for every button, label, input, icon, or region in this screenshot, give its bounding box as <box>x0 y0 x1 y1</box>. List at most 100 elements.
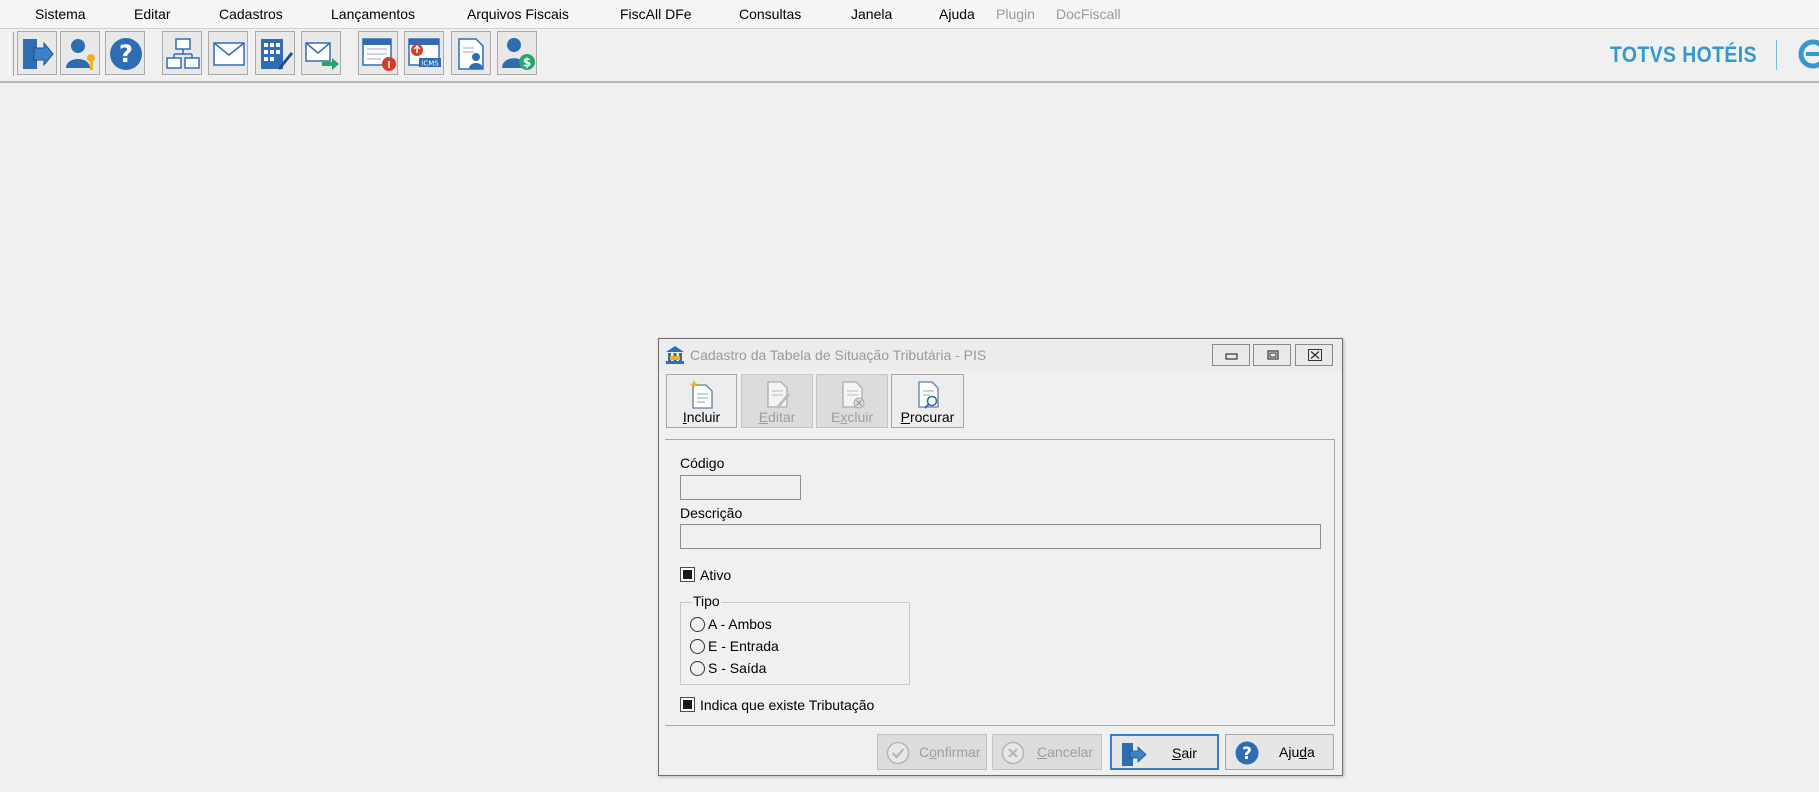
toolbar-user-key-button[interactable] <box>60 31 100 75</box>
editar-mnemonic: E <box>758 409 769 425</box>
check-circle-icon <box>886 741 910 765</box>
sair-label: air <box>1181 745 1197 761</box>
descricao-input[interactable] <box>680 524 1321 549</box>
tipo-ambos-radio[interactable] <box>690 617 705 632</box>
ajuda-label: a <box>1307 744 1315 760</box>
menu-docfiscall: DocFiscall <box>1056 6 1121 22</box>
cancelar-mnemonic: C <box>1037 744 1048 760</box>
editar-button[interactable]: Editar <box>741 374 813 428</box>
form-panel: Código Descrição Ativo Tipo A - Ambos E … <box>665 439 1335 726</box>
svg-text:?: ? <box>1242 744 1252 764</box>
excluir-prefix: E <box>830 409 841 425</box>
tipo-legend: Tipo <box>692 593 721 609</box>
menu-lancamentos[interactable]: Lançamentos <box>331 6 415 22</box>
brand-separator <box>1776 40 1777 70</box>
confirmar-button[interactable]: Confirmar <box>877 734 987 770</box>
calculator-edit-icon <box>261 39 293 70</box>
dialog-titlebar[interactable]: Cadastro da Tabela de Situação Tributári… <box>659 339 1342 371</box>
exit-icon <box>23 39 54 69</box>
confirmar-label: nfirmar <box>936 744 981 760</box>
ajuda-prefix: Aju <box>1279 744 1300 760</box>
help-icon: ? <box>110 38 142 70</box>
close-button[interactable] <box>1295 344 1333 366</box>
document-delete-icon <box>842 381 865 409</box>
cancelar-button[interactable]: Cancelar <box>992 734 1102 770</box>
descricao-label: Descrição <box>680 505 743 521</box>
toolbar-grip[interactable] <box>9 32 14 76</box>
ajuda-mnemonic: d <box>1299 744 1308 760</box>
brand-logo-text: TOTVS HOTÉIS <box>1610 42 1757 67</box>
mail-send-icon <box>305 42 339 70</box>
svg-text:!: ! <box>387 60 392 71</box>
bank-building-icon <box>666 346 684 364</box>
tipo-entrada-label: E - Entrada <box>708 638 779 654</box>
help-circle-icon: ? <box>1235 741 1259 765</box>
mail-icon <box>213 42 245 66</box>
exit-door-icon <box>1122 743 1147 766</box>
toolbar-calendar-icms-button[interactable]: ICMS <box>404 31 444 75</box>
ativo-check-mark <box>683 570 692 579</box>
menu-sistema[interactable]: Sistema <box>35 6 86 22</box>
toolbar-calendar-alert-button[interactable]: ! <box>358 31 398 75</box>
document-edit-icon <box>767 381 790 409</box>
incluir-button[interactable]: Incluir <box>666 374 737 428</box>
procurar-mnemonic: P <box>900 409 910 425</box>
editar-label: ditar <box>768 409 796 425</box>
confirmar-mnemonic: o <box>929 744 937 760</box>
ajuda-button[interactable]: ? Ajuda <box>1225 734 1334 770</box>
user-money-icon: $ <box>502 38 535 70</box>
cancel-circle-icon <box>1001 741 1025 765</box>
excluir-button[interactable]: Excluir <box>816 374 888 428</box>
tipo-groupbox: Tipo A - Ambos E - Entrada S - Saída <box>680 593 910 685</box>
menu-bar: Sistema Editar Cadastros Lançamentos Arq… <box>0 0 1819 29</box>
codigo-input[interactable] <box>680 475 801 500</box>
main-toolbar: ? ! ICMS $ TOTVS HOTÉIS <box>0 29 1819 83</box>
toolbar-help-button[interactable]: ? <box>105 31 145 75</box>
ativo-label: Ativo <box>700 567 732 583</box>
menu-arquivos-fiscais[interactable]: Arquivos Fiscais <box>467 6 569 22</box>
menu-janela[interactable]: Janela <box>851 6 892 22</box>
sair-mnemonic: S <box>1172 745 1182 761</box>
restore-icon <box>1267 350 1279 360</box>
menu-cadastros[interactable]: Cadastros <box>219 6 283 22</box>
pis-tax-status-dialog: Cadastro da Tabela de Situação Tributári… <box>658 338 1343 776</box>
procurar-label: rocurar <box>909 409 955 425</box>
toolbar-mail-button[interactable] <box>208 31 248 75</box>
toolbar-user-money-button[interactable]: $ <box>497 31 537 75</box>
menu-ajuda[interactable]: Ajuda <box>939 6 975 22</box>
tipo-saida-label: S - Saída <box>708 660 767 676</box>
tipo-entrada-radio[interactable] <box>690 639 705 654</box>
toolbar-mail-send-button[interactable] <box>301 31 341 75</box>
toolbar-document-user-button[interactable] <box>451 31 491 75</box>
totvs-logo-icon <box>1798 39 1819 69</box>
tributacao-checkbox[interactable] <box>680 697 695 712</box>
menu-editar[interactable]: Editar <box>134 6 171 22</box>
confirmar-prefix: C <box>919 744 930 760</box>
calendar-alert-icon: ! <box>362 38 396 71</box>
codigo-label: Código <box>680 455 725 471</box>
menu-fiscall-dfe[interactable]: FiscAll DFe <box>620 6 692 22</box>
sair-button[interactable]: Sair <box>1110 734 1219 770</box>
tipo-ambos-label: A - Ambos <box>708 616 772 632</box>
restore-button[interactable] <box>1253 344 1291 366</box>
excluir-label: cluir <box>847 409 873 425</box>
toolbar-exit-button[interactable] <box>17 31 57 75</box>
document-new-icon <box>688 380 713 409</box>
toolbar-calculator-edit-button[interactable] <box>255 31 295 75</box>
ativo-checkbox[interactable] <box>680 567 695 582</box>
tributacao-label: Indica que existe Tributação <box>700 697 875 713</box>
minimize-icon <box>1225 353 1238 360</box>
svg-text:?: ? <box>119 40 133 68</box>
toolbar-org-chart-button[interactable] <box>162 31 202 75</box>
dialog-title: Cadastro da Tabela de Situação Tributári… <box>690 347 987 363</box>
procurar-button[interactable]: Procurar <box>891 374 964 428</box>
cancelar-label: ancelar <box>1047 744 1094 760</box>
minimize-button[interactable] <box>1212 344 1250 366</box>
document-user-icon <box>458 38 484 70</box>
tributacao-check-mark <box>683 700 692 709</box>
incluir-label: ncluir <box>686 409 721 425</box>
menu-consultas[interactable]: Consultas <box>739 6 801 22</box>
tipo-saida-radio[interactable] <box>690 661 705 676</box>
svg-text:ICMS: ICMS <box>421 60 439 68</box>
menu-plugin: Plugin <box>996 6 1035 22</box>
